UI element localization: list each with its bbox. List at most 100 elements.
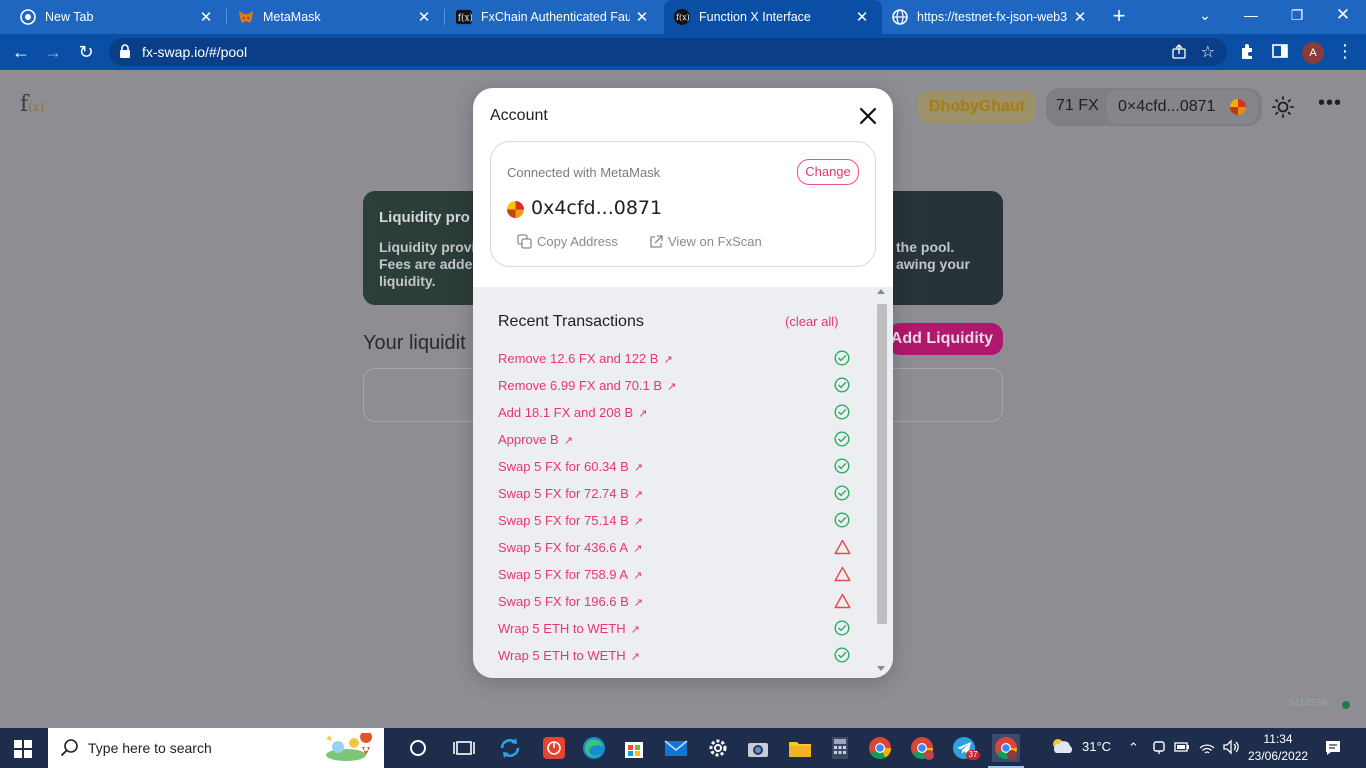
transaction-row[interactable]: Swap 5 FX for 72.74 B ↗: [498, 485, 850, 503]
transaction-row[interactable]: Wrap 5 ETH to WETH ↗: [498, 620, 850, 638]
edge-browser-icon[interactable]: [580, 734, 608, 762]
scrollbar-thumb[interactable]: [877, 304, 887, 624]
transaction-row[interactable]: Swap 5 FX for 758.9 A ↗: [498, 566, 851, 584]
sun-theme-icon[interactable]: [1272, 96, 1294, 123]
transaction-link[interactable]: Swap 5 FX for 758.9 A ↗: [498, 567, 642, 582]
account-identicon: [507, 201, 524, 218]
transaction-link[interactable]: Wrap 5 ETH to WETH ↗: [498, 648, 640, 663]
scroll-up-arrow-icon[interactable]: [877, 289, 885, 294]
network-badge[interactable]: DhobyGhaut: [918, 90, 1036, 124]
clear-all-button[interactable]: (clear all): [785, 314, 838, 329]
task-view-icon[interactable]: [450, 734, 478, 762]
battery-icon[interactable]: [1174, 741, 1190, 756]
transaction-link[interactable]: Wrap 5 ETH to WETH ↗: [498, 621, 640, 636]
copy-address-button[interactable]: Copy Address: [517, 234, 618, 249]
transaction-link[interactable]: Swap 5 FX for 75.14 B ↗: [498, 513, 643, 528]
change-wallet-button[interactable]: Change: [797, 159, 859, 185]
add-liquidity-button[interactable]: Add Liquidity: [888, 323, 1003, 355]
globe-icon: [892, 9, 908, 25]
meet-now-icon[interactable]: [1152, 739, 1166, 758]
notification-icon[interactable]: [1324, 739, 1342, 762]
transaction-link[interactable]: Approve B ↗: [498, 432, 573, 447]
settings-gear-icon[interactable]: [704, 734, 732, 762]
scroll-down-arrow-icon[interactable]: [877, 666, 885, 671]
reload-icon[interactable]: ↻: [73, 40, 99, 64]
close-icon[interactable]: [857, 105, 879, 127]
address-bar[interactable]: fx-swap.io/#/pool ☆: [109, 38, 1227, 66]
window-close-icon[interactable]: ✕: [1320, 0, 1366, 30]
forward-arrow-icon[interactable]: →: [40, 40, 66, 64]
transaction-link[interactable]: Swap 5 FX for 60.34 B ↗: [498, 459, 643, 474]
external-arrow-icon: ↗: [630, 624, 640, 636]
block-number[interactable]: 3414539: [1288, 698, 1327, 709]
transaction-row[interactable]: Swap 5 FX for 196.6 B ↗: [498, 593, 851, 611]
calculator-icon[interactable]: [826, 734, 854, 762]
transaction-link[interactable]: Remove 12.6 FX and 122 B ↗: [498, 351, 673, 366]
transaction-row[interactable]: Remove 6.99 FX and 70.1 B ↗: [498, 377, 850, 395]
transaction-row[interactable]: Wrap 5 ETH to WETH ↗: [498, 647, 850, 665]
windows-start-icon[interactable]: [14, 740, 32, 763]
tab-metamask[interactable]: MetaMask ✕: [228, 0, 444, 34]
transaction-row[interactable]: Remove 12.6 FX and 122 B ↗: [498, 350, 850, 368]
chrome-profile-icon[interactable]: [908, 734, 936, 762]
bookmark-star-icon[interactable]: ☆: [1201, 42, 1215, 62]
extensions-puzzle-icon[interactable]: [1239, 43, 1256, 65]
power-app-icon[interactable]: [540, 734, 568, 762]
clock-time: 11:34: [1263, 732, 1293, 746]
transaction-row[interactable]: Approve B ↗: [498, 431, 850, 449]
transaction-row[interactable]: Add 18.1 FX and 208 B ↗: [498, 404, 850, 425]
tab-search-chevron-icon[interactable]: ⌄: [1182, 0, 1228, 30]
transaction-label: Remove 12.6 FX and 122 B: [498, 351, 659, 366]
logo-sub: (x): [28, 100, 45, 114]
tab-testnet-json-web3[interactable]: https://testnet-fx-json-web3.fu ✕: [882, 0, 1100, 34]
transaction-link[interactable]: Remove 6.99 FX and 70.1 B ↗: [498, 378, 676, 393]
new-tab-plus-icon[interactable]: +: [1108, 5, 1130, 27]
transaction-row[interactable]: Swap 5 FX for 60.34 B ↗: [498, 458, 850, 476]
sync-icon[interactable]: [496, 734, 524, 762]
more-menu-icon[interactable]: •••: [1318, 92, 1342, 115]
tab-new-tab[interactable]: New Tab ✕: [0, 0, 226, 34]
transaction-link[interactable]: Add 18.1 FX and 208 B ↗: [498, 405, 647, 420]
profile-avatar[interactable]: A: [1302, 42, 1324, 64]
transaction-link[interactable]: Swap 5 FX for 196.6 B ↗: [498, 594, 643, 609]
chevron-up-icon[interactable]: ⌃: [1128, 740, 1139, 756]
transaction-row[interactable]: Swap 5 FX for 75.14 B ↗: [498, 512, 850, 530]
tab-fxchain-faucet[interactable]: f(x) FxChain Authenticated Faucet ✕: [446, 0, 662, 34]
cortana-circle-icon[interactable]: [404, 734, 432, 762]
side-panel-icon[interactable]: [1272, 43, 1288, 64]
view-on-fxscan-link[interactable]: View on FxScan: [649, 234, 762, 249]
taskbar-search-box[interactable]: Type here to search: [48, 728, 384, 768]
camera-icon[interactable]: [744, 734, 772, 762]
file-explorer-icon[interactable]: [786, 734, 814, 762]
tab-close-icon[interactable]: ✕: [412, 8, 436, 26]
transaction-link[interactable]: Swap 5 FX for 436.6 A ↗: [498, 540, 642, 555]
alert-triangle-icon: [834, 539, 851, 560]
transaction-link[interactable]: Swap 5 FX for 72.74 B ↗: [498, 486, 643, 501]
tab-close-icon[interactable]: ✕: [850, 8, 874, 26]
minimize-icon[interactable]: —: [1228, 0, 1274, 30]
account-button[interactable]: 0×4cfd...0871: [1106, 90, 1258, 124]
share-icon[interactable]: [1171, 44, 1187, 65]
system-clock[interactable]: 11:34 23/06/2022: [1248, 731, 1308, 765]
temperature: 31°C: [1082, 738, 1112, 754]
restore-icon[interactable]: ❐: [1274, 0, 1320, 30]
tab-function-x-interface[interactable]: f(x) Function X Interface ✕: [664, 0, 882, 34]
chrome-icon[interactable]: [866, 734, 894, 762]
recent-transactions-panel: Recent Transactions (clear all) Remove 1…: [473, 287, 893, 678]
fx-swap-logo[interactable]: f(x): [20, 92, 44, 117]
weather-widget[interactable]: 31°C: [1050, 737, 1111, 755]
speaker-icon[interactable]: [1222, 739, 1240, 758]
tab-close-icon[interactable]: ✕: [630, 8, 654, 26]
external-arrow-icon: ↗: [667, 381, 677, 393]
browser-menu-kebab-icon[interactable]: ⋮: [1336, 40, 1354, 62]
wifi-icon[interactable]: [1198, 739, 1216, 758]
check-circle-icon: [834, 404, 850, 425]
back-arrow-icon[interactable]: ←: [8, 40, 34, 64]
microsoft-store-icon[interactable]: [620, 734, 648, 762]
mail-icon[interactable]: [662, 734, 690, 762]
tab-close-icon[interactable]: ✕: [1068, 8, 1092, 26]
telegram-icon[interactable]: 37: [950, 734, 980, 762]
chrome-active-icon[interactable]: [988, 734, 1024, 768]
tab-close-icon[interactable]: ✕: [194, 8, 218, 26]
transaction-row[interactable]: Swap 5 FX for 436.6 A ↗: [498, 539, 851, 560]
